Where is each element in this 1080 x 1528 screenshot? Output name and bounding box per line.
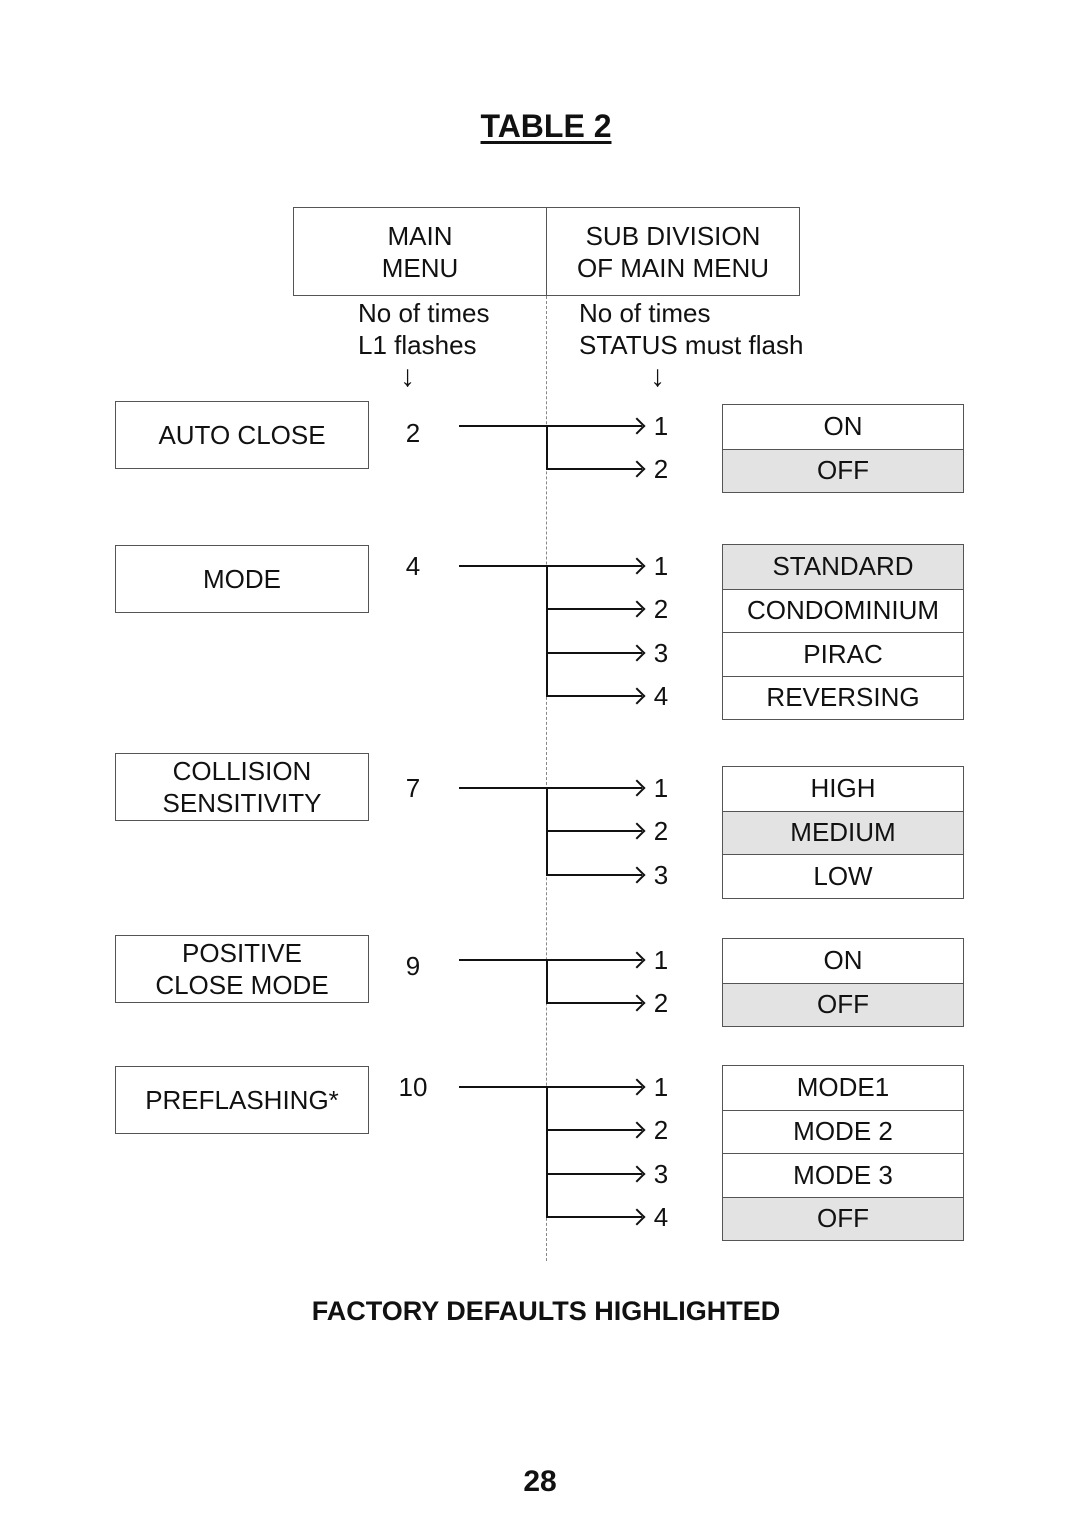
arrow-right-icon	[628, 822, 646, 840]
menu-box: COLLISION SENSITIVITY	[115, 753, 369, 821]
option-row: ON	[823, 411, 863, 442]
arrow-right-icon	[628, 866, 646, 884]
status-flash-count: 2	[653, 454, 669, 485]
menu-box-label: POSITIVE CLOSE MODE	[155, 938, 329, 1000]
status-flash-count: 2	[653, 988, 669, 1019]
menu-box: MODE	[115, 545, 369, 613]
menu-box-label: MODE	[203, 564, 281, 594]
arrow-right-icon	[628, 557, 646, 575]
header-main-menu-label: MAIN MENU	[381, 220, 459, 283]
header-sub-division: SUB DIVISION OF MAIN MENU	[546, 207, 800, 296]
status-flash-count: 2	[653, 1115, 669, 1146]
status-flash-count: 1	[653, 1071, 669, 1102]
connector-branch	[546, 565, 548, 697]
connector-line	[459, 424, 642, 427]
option-row: ON	[823, 945, 863, 976]
arrow-right-icon	[628, 460, 646, 478]
header-main-menu: MAIN MENU	[293, 207, 547, 296]
connector-line	[459, 786, 642, 789]
option-row-default: MEDIUM	[723, 810, 963, 854]
status-flash-count: 2	[653, 594, 669, 625]
connector-branch	[546, 425, 548, 470]
options-table: HIGH MEDIUM LOW	[722, 766, 964, 899]
flash-count: 7	[405, 773, 421, 803]
options-table: STANDARD CONDOMINIUM PIRAC REVERSING	[722, 544, 964, 720]
flash-count: 10	[398, 1072, 428, 1102]
option-row: MODE 3	[723, 1153, 963, 1197]
status-flash-count: 1	[653, 410, 669, 441]
factory-defaults-note: FACTORY DEFAULTS HIGHLIGHTED	[311, 1296, 781, 1326]
arrow-right-icon	[628, 1121, 646, 1139]
option-row: REVERSING	[723, 675, 963, 720]
option-row-default: OFF	[723, 982, 963, 1026]
status-flash-count: 1	[653, 944, 669, 975]
connector-line	[459, 1085, 642, 1088]
menu-box: AUTO CLOSE	[115, 401, 369, 469]
flash-count: 4	[405, 551, 421, 581]
menu-box-label: PREFLASHING*	[145, 1085, 339, 1115]
arrow-right-icon	[628, 644, 646, 662]
option-row: MODE 2	[723, 1109, 963, 1154]
page-title: TABLE 2	[480, 108, 612, 144]
arrow-right-icon	[628, 1078, 646, 1096]
connector-branch	[546, 1086, 548, 1218]
option-row-default: STANDARD	[723, 545, 963, 589]
flash-count: 2	[405, 418, 421, 448]
option-row: CONDOMINIUM	[723, 588, 963, 633]
options-table: ON OFF	[722, 938, 964, 1027]
connector-line	[459, 564, 642, 567]
status-flash-count: 2	[653, 816, 669, 847]
menu-box: PREFLASHING*	[115, 1066, 369, 1134]
arrow-right-icon	[628, 779, 646, 797]
status-flash-count: 3	[653, 859, 669, 890]
status-flash-count: 4	[653, 681, 669, 712]
option-row: HIGH	[810, 773, 876, 804]
down-arrow-icon: ↓	[650, 360, 665, 393]
down-arrow-icon: ↓	[400, 360, 415, 393]
option-row: LOW	[723, 854, 963, 898]
option-row: MODE1	[796, 1072, 890, 1103]
connector-line	[459, 958, 642, 961]
arrow-right-icon	[628, 687, 646, 705]
menu-box-label: AUTO CLOSE	[158, 420, 326, 450]
page-number: 28	[523, 1465, 557, 1498]
option-row-default: OFF	[723, 448, 963, 492]
option-row: PIRAC	[723, 632, 963, 676]
arrow-right-icon	[628, 600, 646, 618]
status-flash-count: 3	[653, 637, 669, 668]
status-flash-count: 1	[653, 772, 669, 803]
connector-branch	[546, 959, 548, 1004]
header-sub-division-label: SUB DIVISION OF MAIN MENU	[576, 220, 770, 283]
option-row-default: OFF	[723, 1196, 963, 1240]
status-flash-count: 1	[653, 550, 669, 581]
arrow-right-icon	[628, 994, 646, 1012]
arrow-right-icon	[628, 1208, 646, 1226]
options-table: MODE1 MODE 2 MODE 3 OFF	[722, 1065, 964, 1241]
flash-count: 9	[405, 951, 421, 981]
status-flash-count: 4	[653, 1202, 669, 1233]
main-menu-note: No of times L1 flashes	[358, 298, 490, 360]
status-flash-count: 3	[653, 1158, 669, 1189]
arrow-right-icon	[628, 951, 646, 969]
arrow-right-icon	[628, 417, 646, 435]
sub-division-note: No of times STATUS must flash	[579, 298, 804, 360]
arrow-right-icon	[628, 1165, 646, 1183]
menu-box-label: COLLISION SENSITIVITY	[162, 756, 322, 818]
options-table: ON OFF	[722, 404, 964, 493]
menu-box: POSITIVE CLOSE MODE	[115, 935, 369, 1003]
